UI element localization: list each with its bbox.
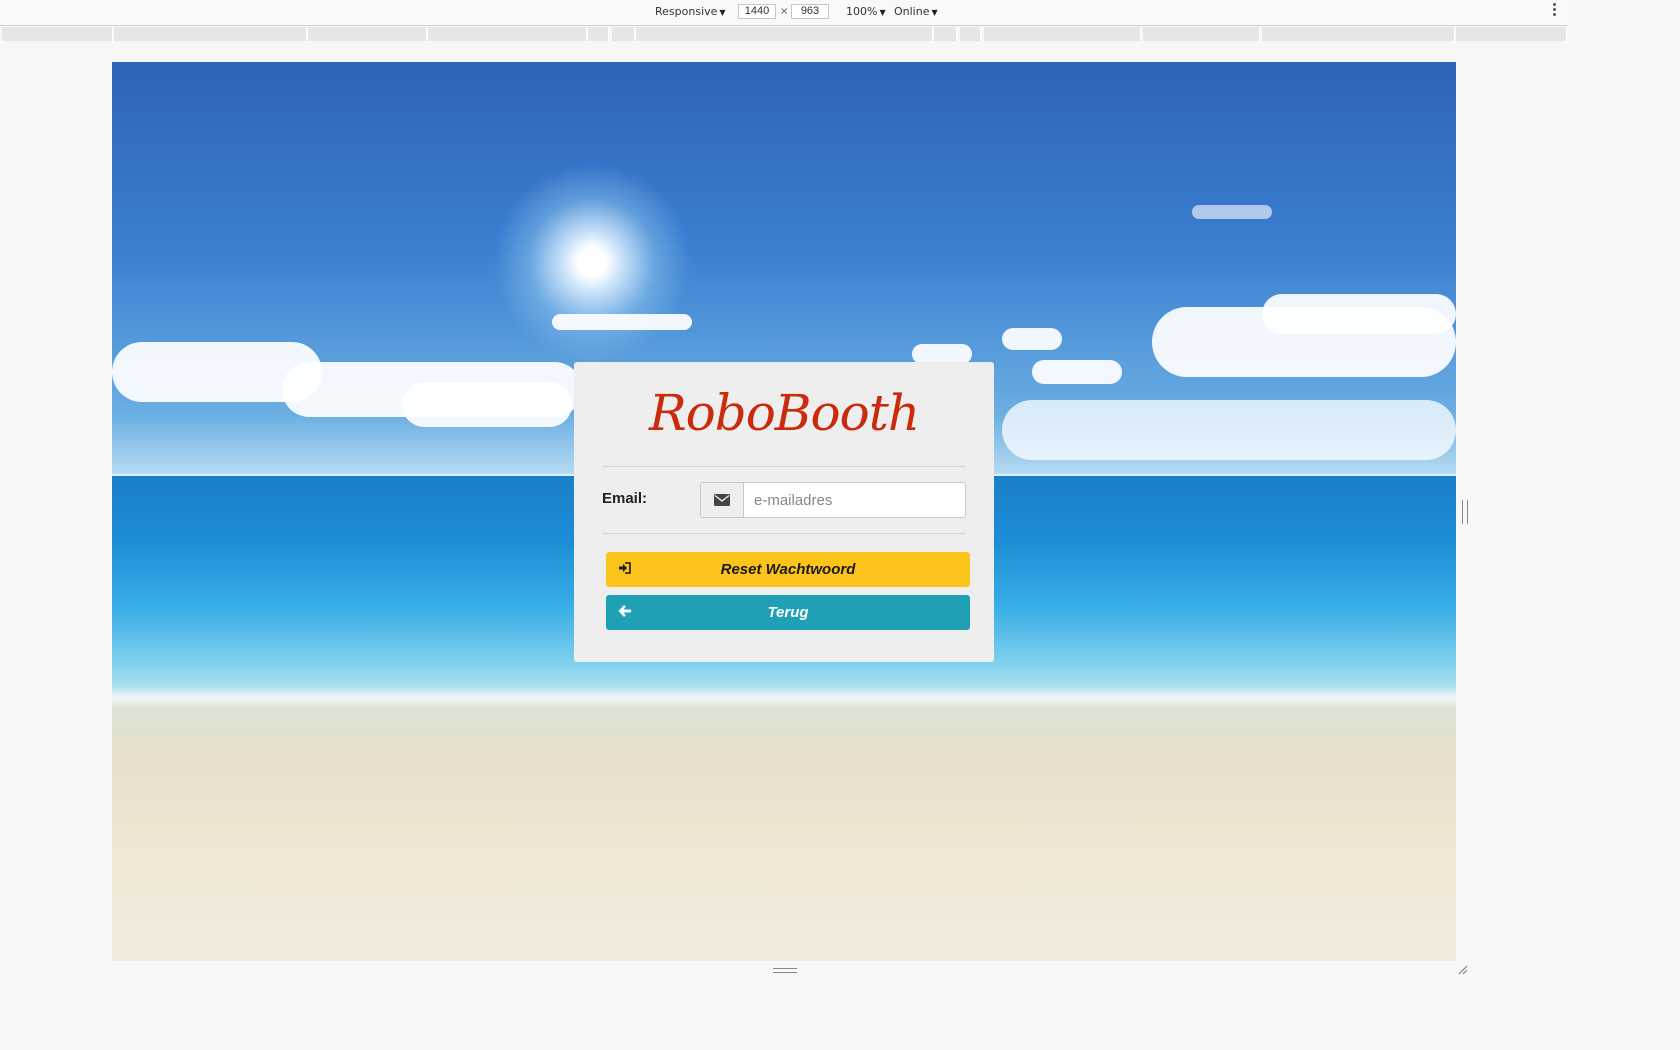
back-button[interactable]: Terug — [606, 595, 970, 630]
media-query-segment[interactable] — [114, 27, 307, 41]
sand — [112, 696, 1456, 961]
media-query-segment[interactable] — [1143, 27, 1260, 41]
email-field[interactable] — [744, 483, 965, 517]
media-query-segment[interactable] — [428, 27, 587, 41]
device-mode-dropdown[interactable]: Responsive ▼ — [655, 5, 726, 18]
arrow-left-icon — [618, 604, 632, 622]
back-label: Terug — [767, 604, 809, 621]
viewport-resize-handle-right[interactable] — [1462, 500, 1468, 524]
caret-down-icon: ▼ — [879, 8, 886, 17]
media-query-segment[interactable] — [934, 27, 957, 41]
foam — [112, 687, 1456, 709]
reset-password-button[interactable]: Reset Wachtwoord — [606, 552, 970, 587]
caret-down-icon: ▼ — [931, 8, 938, 17]
reset-password-label: Reset Wachtwoord — [720, 561, 856, 578]
media-query-segment[interactable] — [1456, 27, 1567, 41]
media-query-segment[interactable] — [612, 27, 635, 41]
cloud — [1032, 360, 1122, 384]
divider — [602, 533, 966, 534]
brand-logo: RoboBooth — [648, 384, 920, 442]
more-options-icon[interactable] — [1553, 3, 1556, 18]
cloud — [1262, 294, 1456, 334]
media-query-segment[interactable] — [984, 27, 1141, 41]
cloud — [402, 382, 572, 427]
media-query-segment[interactable] — [588, 27, 609, 41]
email-input-group — [700, 482, 966, 518]
media-query-bar — [0, 27, 1568, 42]
media-query-segment[interactable] — [960, 27, 981, 41]
cloud — [1002, 400, 1456, 460]
zoom-dropdown[interactable]: 100% ▼ — [846, 5, 886, 18]
email-label: Email: — [602, 490, 648, 507]
viewport-width-input[interactable] — [738, 4, 776, 19]
network-label: Online — [894, 5, 930, 18]
viewport-resize-handle-bottom[interactable] — [773, 968, 797, 973]
media-query-segment[interactable] — [636, 27, 933, 41]
media-query-segment[interactable] — [1262, 27, 1455, 41]
envelope-icon — [701, 483, 744, 517]
network-throttle-dropdown[interactable]: Online ▼ — [894, 5, 938, 18]
cloud — [912, 344, 972, 364]
viewport-resize-handle-corner[interactable] — [1458, 962, 1468, 980]
device-mode-label: Responsive — [655, 5, 718, 18]
divider — [602, 466, 966, 467]
dimension-separator: × — [780, 6, 789, 17]
media-query-segment[interactable] — [308, 27, 427, 41]
sign-in-icon — [618, 561, 632, 579]
devtools-device-toolbar: Responsive▼ × 100%▼ Online▼ — [0, 0, 1568, 26]
password-reset-card: RoboBooth Email: Reset Wachtwoord Terug — [574, 362, 994, 662]
zoom-label: 100% — [846, 5, 878, 18]
viewport-height-input[interactable] — [791, 4, 829, 19]
cloud — [1002, 328, 1062, 350]
caret-down-icon: ▼ — [719, 8, 726, 17]
sun — [492, 162, 692, 362]
media-query-segment[interactable] — [2, 27, 113, 41]
cloud — [1192, 205, 1272, 219]
cloud — [552, 314, 692, 330]
